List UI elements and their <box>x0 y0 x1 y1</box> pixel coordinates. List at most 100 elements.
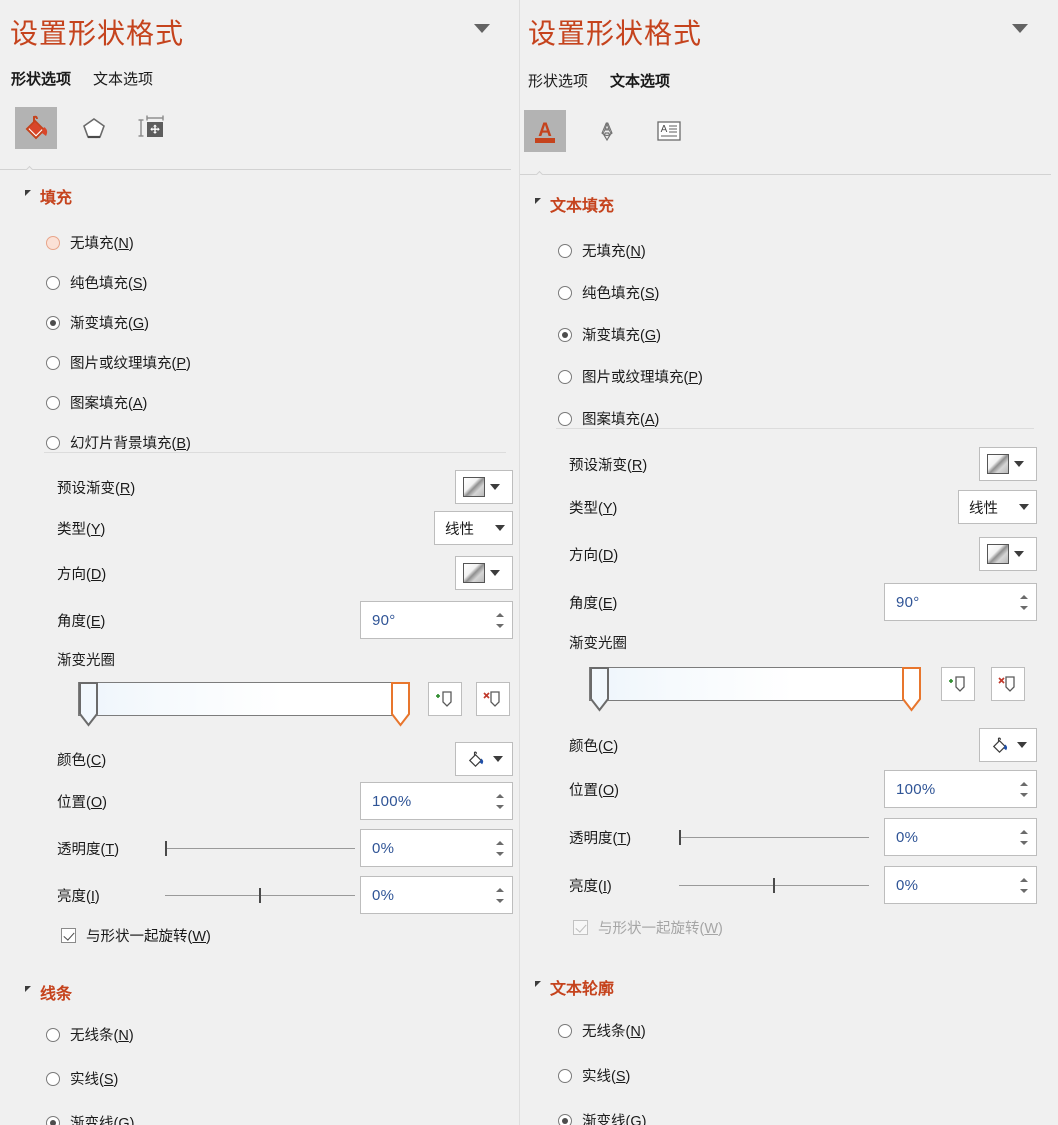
fill-option-4[interactable]: 图片或纹理填充(P) <box>46 352 191 373</box>
gradient-direction-dropdown[interactable] <box>455 556 513 590</box>
rotate-with-shape-checkbox[interactable]: 与形状一起旋转(W) <box>61 925 211 946</box>
text-outline-section-header[interactable]: 文本轮廓 <box>535 975 614 999</box>
transparency-stepper[interactable]: 0% <box>360 829 513 867</box>
radio-button[interactable] <box>558 285 572 300</box>
stepper-up-icon[interactable] <box>496 612 504 617</box>
preset-gradient-dropdown[interactable] <box>455 470 513 504</box>
text-fill-option-2[interactable]: 纯色填充(S) <box>558 282 703 303</box>
line-option-3[interactable]: 渐变线(G) <box>46 1112 134 1125</box>
checkbox-box[interactable] <box>61 928 76 943</box>
stepper-down-icon[interactable] <box>496 623 504 628</box>
gradient-stop-handle[interactable] <box>589 667 609 713</box>
stepper-up-icon[interactable] <box>496 840 504 845</box>
text-fill-section-header[interactable]: 文本填充 <box>535 192 614 216</box>
radio-button[interactable] <box>558 243 572 258</box>
slider-handle[interactable] <box>165 841 167 856</box>
text-fill-option-1[interactable]: 无填充(N) <box>558 240 703 261</box>
text-fill-option-4[interactable]: 图片或纹理填充(P) <box>558 366 703 387</box>
chevron-down-icon[interactable] <box>474 24 490 33</box>
line-section-header[interactable]: 线条 <box>25 980 72 1004</box>
text-outline-option-2[interactable]: 实线(S) <box>558 1065 646 1086</box>
transparency-stepper[interactable]: 0% <box>884 818 1037 856</box>
fill-option-2[interactable]: 纯色填充(S) <box>46 272 191 293</box>
gradient-stop-handle[interactable] <box>78 682 98 728</box>
stepper-up-icon[interactable] <box>1020 829 1028 834</box>
gradient-stops-bar[interactable] <box>78 682 510 730</box>
radio-button[interactable] <box>46 1071 60 1086</box>
radio-button[interactable] <box>558 327 572 342</box>
stepper-arrows[interactable] <box>1020 829 1032 845</box>
fill-section-header[interactable]: 填充 <box>25 184 72 208</box>
remove-gradient-stop-icon[interactable] <box>476 682 510 716</box>
stepper-arrows[interactable] <box>1020 781 1032 797</box>
stepper-arrows[interactable] <box>1020 594 1032 610</box>
stop-color-dropdown[interactable] <box>979 728 1037 762</box>
stepper-arrows[interactable] <box>1020 877 1032 893</box>
radio-button[interactable] <box>46 1115 60 1125</box>
radio-button[interactable] <box>558 369 572 384</box>
tab-text-options[interactable]: 文本选项 <box>93 68 153 89</box>
radio-button[interactable] <box>46 275 60 290</box>
radio-button[interactable] <box>46 395 60 410</box>
stop-color-dropdown[interactable] <box>455 742 513 776</box>
gradient-type-dropdown[interactable]: 线性 <box>434 511 513 545</box>
radio-button[interactable] <box>46 235 60 250</box>
stepper-arrows[interactable] <box>496 793 508 809</box>
gradient-angle-stepper[interactable]: 90° <box>360 601 513 639</box>
radio-button[interactable] <box>46 355 60 370</box>
slider-handle[interactable] <box>679 830 681 845</box>
radio-button[interactable] <box>558 1068 572 1083</box>
add-gradient-stop-icon[interactable] <box>428 682 462 716</box>
radio-button[interactable] <box>558 1113 572 1125</box>
gradient-direction-dropdown[interactable] <box>979 537 1037 571</box>
radio-button[interactable] <box>46 1027 60 1042</box>
gradient-stops-track[interactable] <box>78 682 409 716</box>
chevron-down-icon[interactable] <box>1012 24 1028 33</box>
brightness-stepper[interactable]: 0% <box>360 876 513 914</box>
gradient-type-dropdown[interactable]: 线性 <box>958 490 1037 524</box>
text-effects-a-icon[interactable]: A <box>586 110 628 152</box>
brightness-stepper[interactable]: 0% <box>884 866 1037 904</box>
fill-option-6[interactable]: 幻灯片背景填充(B) <box>46 432 191 453</box>
brightness-slider[interactable] <box>165 885 355 905</box>
fill-option-1[interactable]: 无填充(N) <box>46 232 191 253</box>
text-fill-option-5[interactable]: 图案填充(A) <box>558 408 703 429</box>
stepper-up-icon[interactable] <box>496 793 504 798</box>
stepper-down-icon[interactable] <box>1020 840 1028 845</box>
gradient-stop-handle[interactable] <box>390 682 410 728</box>
radio-button[interactable] <box>558 1023 572 1038</box>
gradient-stop-handle[interactable] <box>901 667 921 713</box>
stop-position-stepper[interactable]: 100% <box>884 770 1037 808</box>
stepper-down-icon[interactable] <box>496 851 504 856</box>
fill-option-3[interactable]: 渐变填充(G) <box>46 312 191 333</box>
stepper-down-icon[interactable] <box>1020 888 1028 893</box>
text-fill-option-3[interactable]: 渐变填充(G) <box>558 324 703 345</box>
preset-gradient-dropdown[interactable] <box>979 447 1037 481</box>
add-gradient-stop-icon[interactable] <box>941 667 975 701</box>
stepper-down-icon[interactable] <box>496 898 504 903</box>
slider-handle[interactable] <box>773 878 775 893</box>
radio-button[interactable] <box>46 315 60 330</box>
stepper-up-icon[interactable] <box>496 887 504 892</box>
stepper-arrows[interactable] <box>496 840 508 856</box>
tab-shape-options[interactable]: 形状选项 <box>11 68 71 89</box>
line-option-1[interactable]: 无线条(N) <box>46 1024 134 1045</box>
text-outline-option-3[interactable]: 渐变线(G) <box>558 1110 646 1125</box>
tab-shape-options[interactable]: 形状选项 <box>528 70 588 91</box>
line-option-2[interactable]: 实线(S) <box>46 1068 134 1089</box>
radio-button[interactable] <box>558 411 572 426</box>
stepper-up-icon[interactable] <box>1020 594 1028 599</box>
stepper-arrows[interactable] <box>496 612 508 628</box>
text-outline-option-1[interactable]: 无线条(N) <box>558 1020 646 1041</box>
remove-gradient-stop-icon[interactable] <box>991 667 1025 701</box>
pentagon-effects-icon[interactable] <box>73 107 115 149</box>
transparency-slider[interactable] <box>679 827 869 847</box>
stepper-down-icon[interactable] <box>1020 792 1028 797</box>
brightness-slider[interactable] <box>679 875 869 895</box>
stepper-down-icon[interactable] <box>496 804 504 809</box>
gradient-stops-track[interactable] <box>589 667 920 701</box>
stop-position-stepper[interactable]: 100% <box>360 782 513 820</box>
stepper-down-icon[interactable] <box>1020 605 1028 610</box>
radio-button[interactable] <box>46 435 60 450</box>
stepper-up-icon[interactable] <box>1020 877 1028 882</box>
